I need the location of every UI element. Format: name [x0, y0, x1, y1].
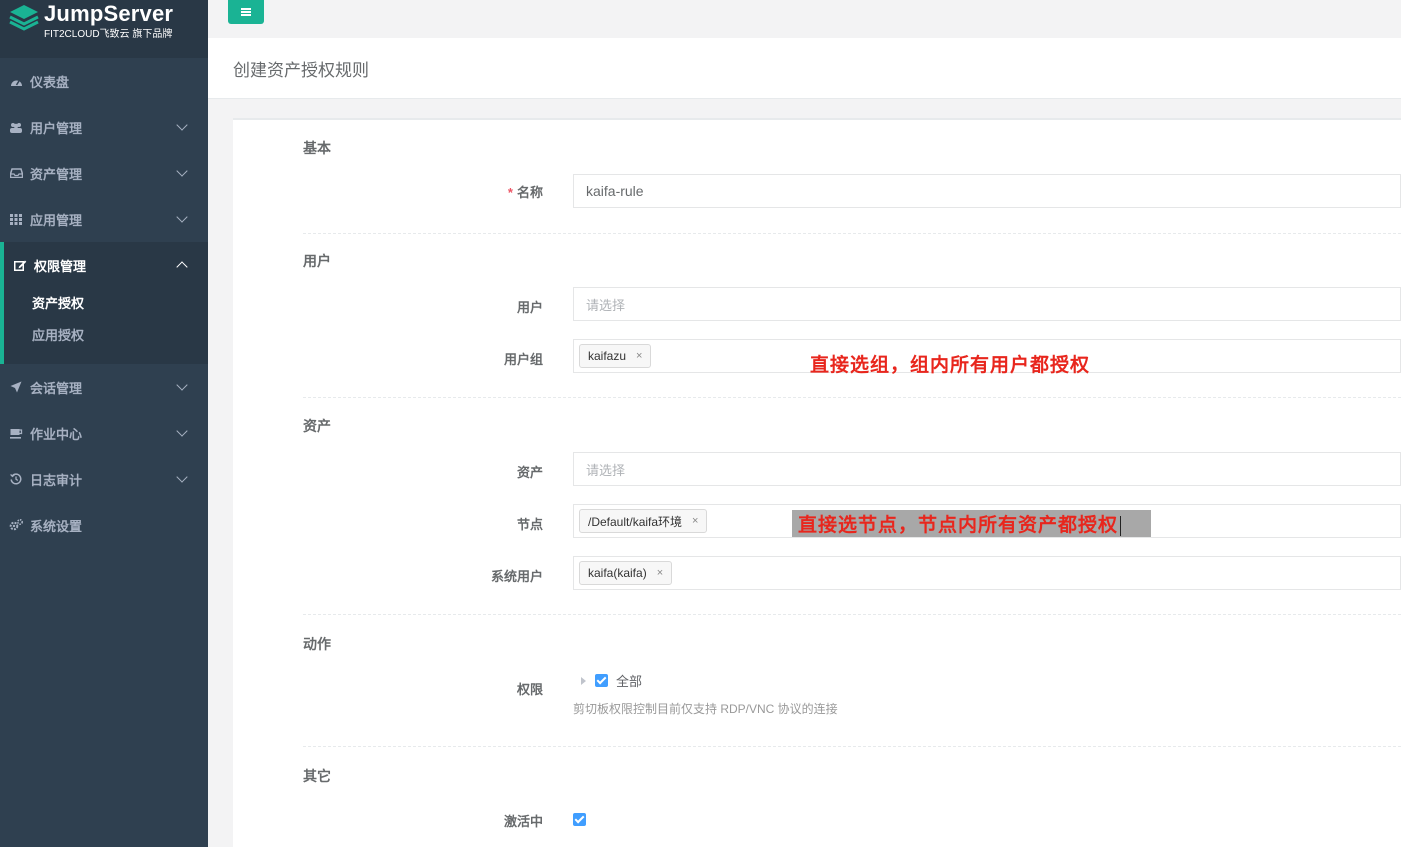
text-caret	[1120, 516, 1122, 536]
chevron-down-icon	[176, 119, 188, 131]
page-heading: 创建资产授权规则	[208, 38, 1401, 99]
sidebar: JumpServer FIT2CLOUD飞致云 旗下品牌 仪表盘 用户管理 资产…	[0, 0, 208, 847]
tag-remove-icon[interactable]: ×	[692, 515, 698, 527]
chevron-down-icon	[176, 425, 188, 437]
inbox-icon	[8, 166, 24, 180]
gears-icon	[8, 518, 24, 532]
name-input[interactable]: kaifa-rule	[573, 174, 1401, 208]
sidebar-toggle-button[interactable]	[228, 0, 264, 24]
users-select[interactable]: 请选择	[573, 287, 1401, 321]
name-label: * 名称	[233, 182, 543, 201]
tag-remove-icon[interactable]: ×	[636, 350, 642, 362]
chevron-down-icon	[176, 471, 188, 483]
brand-title: JumpServer	[44, 1, 174, 26]
sidebar-item-applications[interactable]: 应用管理	[0, 196, 208, 242]
top-navbar	[208, 0, 1401, 38]
sidebar-item-label: 作业中心	[30, 426, 83, 442]
selected-tag: kaifa(kaifa) ×	[579, 561, 673, 585]
form-panel: 基本 * 名称 kaifa-rule 用户 用户 请选择 用户组 kaifazu ×…	[233, 118, 1401, 847]
name-label-text: 名称	[516, 185, 543, 200]
chevron-down-icon	[176, 211, 188, 223]
sidebar-item-label: 用户管理	[30, 120, 83, 136]
sidebar-item-assets[interactable]: 资产管理	[0, 150, 208, 196]
sidebar-item-permissions[interactable]: 权限管理	[4, 242, 208, 288]
section-user-title: 用户	[303, 253, 331, 269]
active-label: 激活中	[503, 814, 543, 829]
section-divider	[303, 233, 1401, 234]
history-icon	[8, 472, 24, 486]
sidebar-item-audit[interactable]: 日志审计	[0, 456, 208, 502]
section-action-title: 动作	[303, 636, 331, 652]
grid-icon	[8, 212, 24, 226]
permission-all-label: 全部	[616, 674, 643, 689]
brand-subtitle: FIT2CLOUD飞致云 旗下品牌	[44, 29, 173, 40]
permission-hint: 剪切板权限控制目前仅支持 RDP/VNC 协议的连接	[573, 702, 838, 716]
assets-select-placeholder: 请选择	[586, 462, 626, 478]
page-title: 创建资产授权规则	[233, 61, 369, 80]
required-mark: *	[507, 185, 513, 200]
expand-arrow-icon[interactable]	[581, 676, 586, 685]
users-label: 用户	[516, 300, 543, 315]
section-other-title: 其它	[303, 768, 331, 784]
coffee-icon	[8, 426, 24, 440]
nodes-label: 节点	[516, 517, 543, 532]
tag-remove-icon[interactable]: ×	[657, 567, 663, 579]
chevron-down-icon	[176, 379, 188, 391]
sidebar-item-sessions[interactable]: 会话管理	[0, 364, 208, 410]
tag-label: kaifazu	[588, 349, 627, 363]
tag-label: kaifa(kaifa)	[588, 566, 647, 580]
users-icon	[8, 120, 24, 134]
section-divider	[303, 746, 1401, 747]
sidebar-item-label: 仪表盘	[30, 74, 70, 90]
sidebar-item-label: 应用管理	[30, 212, 83, 228]
annotation-node-note: 直接选节点，节点内所有资产都授权	[792, 510, 1152, 537]
sidebar-item-label: 资产管理	[30, 166, 83, 182]
sidebar-item-settings[interactable]: 系统设置	[0, 502, 208, 548]
user-groups-label: 用户组	[503, 352, 543, 367]
system-user-select[interactable]: kaifa(kaifa) ×	[573, 556, 1401, 590]
sidebar-item-label: 系统设置	[30, 518, 83, 534]
section-divider	[303, 397, 1401, 398]
section-basic-title: 基本	[303, 140, 331, 156]
rocket-icon	[8, 380, 24, 394]
chevron-down-icon	[176, 165, 188, 177]
section-divider	[303, 614, 1401, 615]
selected-tag: kaifazu ×	[579, 344, 652, 368]
edit-icon	[12, 258, 28, 272]
selected-tag: /Default/kaifa环境 ×	[579, 509, 708, 533]
permission-all-checkbox[interactable]	[595, 674, 608, 687]
users-select-placeholder: 请选择	[586, 297, 626, 313]
sidebar-subitem-asset-permission[interactable]: 资产授权	[4, 288, 208, 320]
section-asset-title: 资产	[303, 418, 331, 434]
sidebar-submenu: 资产授权 应用授权	[4, 288, 208, 364]
sidebar-item-label: 日志审计	[30, 472, 83, 488]
sidebar-item-label: 权限管理	[34, 258, 87, 274]
sidebar-item-users[interactable]: 用户管理	[0, 104, 208, 150]
sidebar-item-jobs[interactable]: 作业中心	[0, 410, 208, 456]
name-input-value: kaifa-rule	[586, 183, 644, 199]
dashboard-icon	[8, 74, 24, 88]
permission-tree: 全部	[581, 671, 642, 690]
assets-select[interactable]: 请选择	[573, 452, 1401, 486]
annotation-node-text: 直接选节点，节点内所有资产都授权	[798, 514, 1119, 536]
hamburger-icon	[241, 8, 251, 16]
brand-logo[interactable]: JumpServer FIT2CLOUD飞致云 旗下品牌	[0, 0, 208, 58]
assets-label: 资产	[516, 465, 543, 480]
sidebar-item-dashboard[interactable]: 仪表盘	[0, 58, 208, 104]
sidebar-item-label: 会话管理	[30, 380, 83, 396]
sidebar-group-permissions: 权限管理 资产授权 应用授权	[0, 242, 208, 364]
system-user-label: 系统用户	[490, 569, 543, 584]
tag-label: /Default/kaifa环境	[588, 514, 683, 529]
chevron-up-icon	[176, 261, 188, 273]
sidebar-subitem-app-permission[interactable]: 应用授权	[4, 320, 208, 352]
active-checkbox[interactable]	[573, 813, 586, 826]
permission-label: 权限	[516, 682, 543, 697]
annotation-group-note: 直接选组，组内所有用户都授权	[810, 354, 1091, 376]
jumpserver-logo-icon	[9, 5, 39, 31]
